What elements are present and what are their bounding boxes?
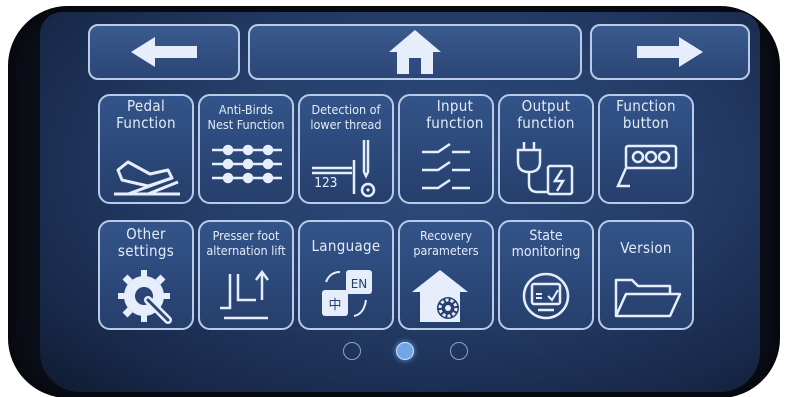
page-dot-3[interactable] xyxy=(450,342,468,360)
home-icon xyxy=(389,30,441,74)
tile-label: Version xyxy=(620,239,672,257)
tile-language[interactable]: Language EN 中 xyxy=(298,220,394,330)
lang-en-text: EN xyxy=(351,277,368,291)
thread-counter: 123 xyxy=(314,176,338,191)
sliders-icon xyxy=(212,144,282,184)
page-indicator xyxy=(40,342,760,366)
tile-label: Language xyxy=(311,237,381,255)
device-bezel: Pedal Function Anti-Birds Nest Function xyxy=(8,6,780,397)
tile-input-function[interactable]: Input function xyxy=(398,94,494,204)
tile-version[interactable]: Version xyxy=(598,220,694,330)
tile-label: Function button xyxy=(616,97,676,132)
tile-recovery-parameters[interactable]: Recovery parameters xyxy=(398,220,494,330)
wrench-gear-icon xyxy=(118,270,172,324)
tile-pedal-function[interactable]: Pedal Function xyxy=(98,94,194,204)
tile-label: Recovery parameters xyxy=(413,228,479,258)
language-icon: EN 中 xyxy=(322,270,372,317)
page-dot-2-active[interactable] xyxy=(396,342,414,360)
tile-label: Output function xyxy=(517,97,575,132)
tile-label: Other settings xyxy=(117,225,175,260)
plug-icon xyxy=(516,142,574,196)
home-button[interactable] xyxy=(248,24,582,80)
arrow-left-icon xyxy=(131,37,197,67)
house-gear-icon xyxy=(412,270,468,322)
tile-state-monitoring[interactable]: State monitoring xyxy=(498,220,594,330)
arrow-right-icon xyxy=(637,37,703,67)
tile-presser-foot-lift[interactable]: Presser foot alternation lift xyxy=(198,220,294,330)
tile-other-settings[interactable]: Other settings xyxy=(98,220,194,330)
tile-lower-thread-detection[interactable]: Detection of lower thread 123 xyxy=(298,94,394,204)
back-button[interactable] xyxy=(88,24,240,80)
tile-anti-birds-nest[interactable]: Anti-Birds Nest Function xyxy=(198,94,294,204)
tile-label: Pedal Function xyxy=(116,97,176,132)
folder-icon xyxy=(614,278,682,318)
lang-zh-text: 中 xyxy=(328,298,341,313)
touch-screen: Pedal Function Anti-Birds Nest Function xyxy=(40,12,760,392)
tile-label: Anti-Birds Nest Function xyxy=(207,102,285,132)
forward-button[interactable] xyxy=(590,24,750,80)
tile-function-button[interactable]: Function button xyxy=(598,94,694,204)
monitor-icon xyxy=(522,272,570,320)
tile-label: Input function xyxy=(426,97,484,132)
pedal-icon xyxy=(114,160,180,196)
page-dot-1[interactable] xyxy=(343,342,361,360)
tile-label: Presser foot alternation lift xyxy=(206,228,286,258)
input-switch-icon xyxy=(422,142,470,190)
tile-label: Detection of lower thread xyxy=(310,102,382,132)
tile-label: State monitoring xyxy=(511,228,581,260)
tile-output-function[interactable]: Output function xyxy=(498,94,594,204)
button-panel-icon xyxy=(616,144,678,188)
presser-foot-icon xyxy=(220,269,269,320)
